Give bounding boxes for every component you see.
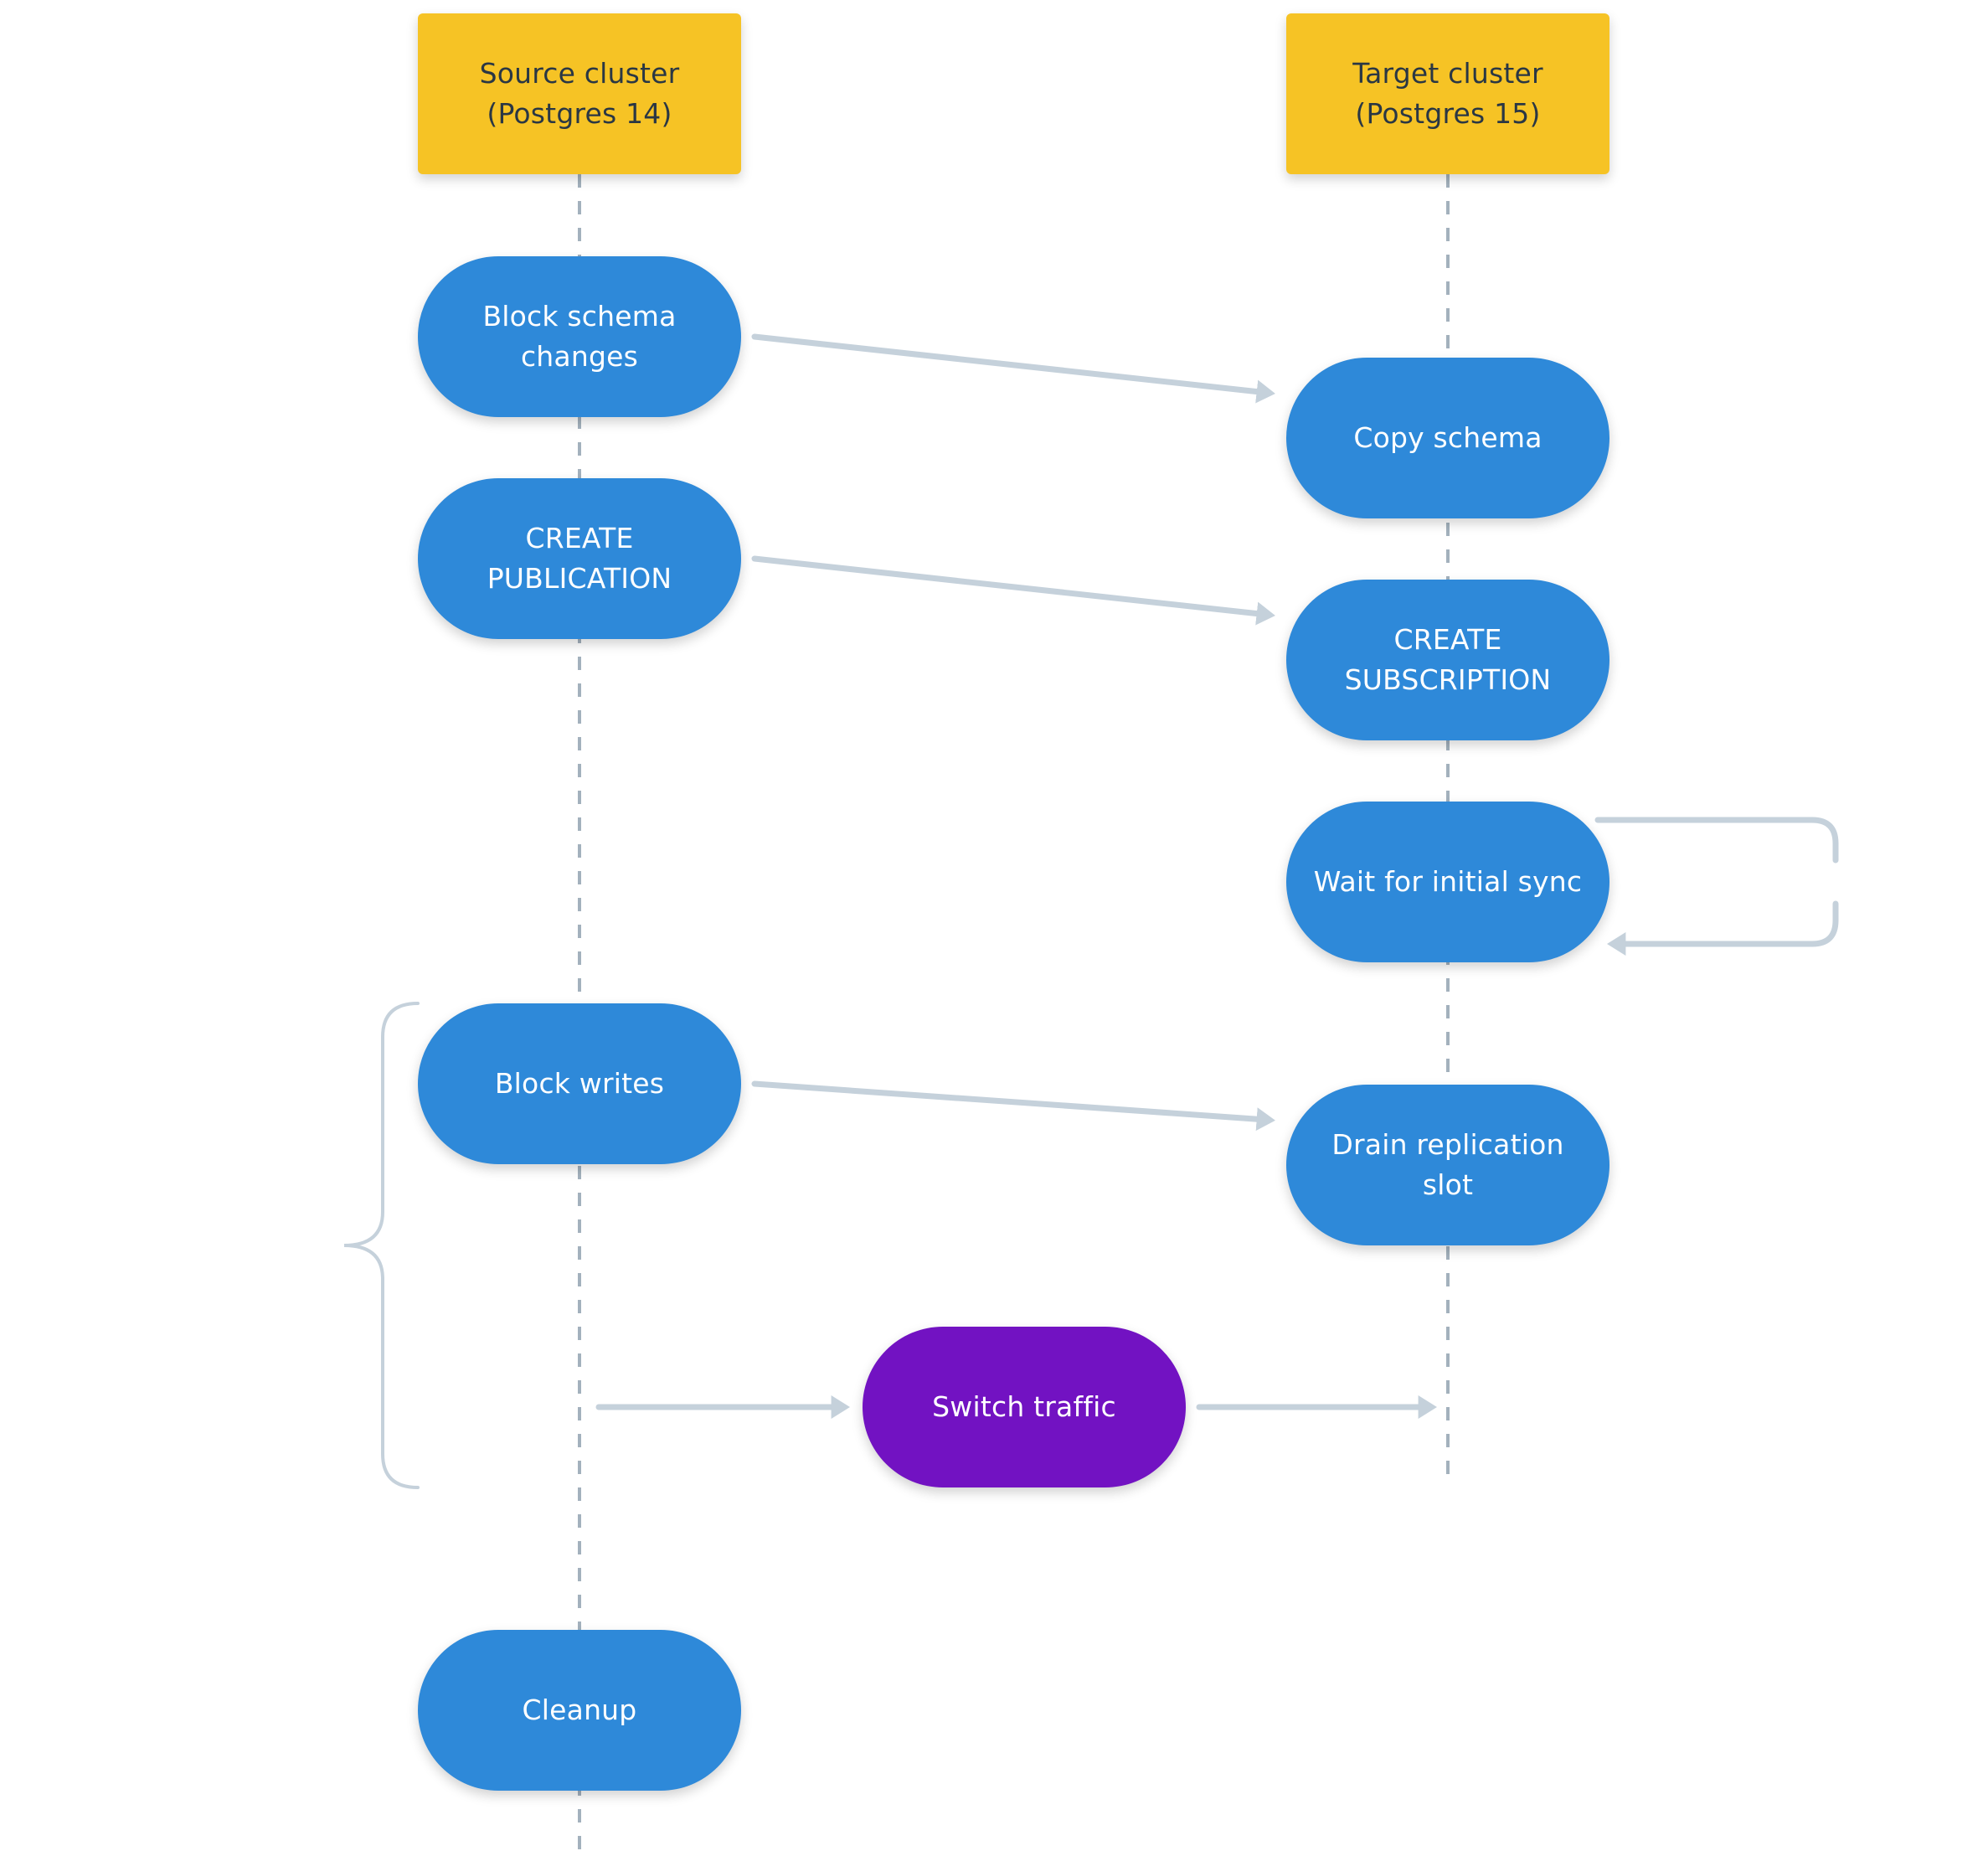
loop-arrow-wait-initial-sync [1594,817,1839,864]
lane-header-source: Source cluster (Postgres 14) [418,13,741,174]
step-label: Cleanup [522,1694,637,1726]
step-create-subscription[interactable]: CREATE SUBSCRIPTION [1286,580,1609,740]
loop-arrow-wait-initial-sync-return [1607,900,1839,956]
step-create-publication[interactable]: CREATE PUBLICATION [418,478,741,639]
arrow-create-publication-to-create-subscription [751,555,1275,626]
step-label: Block writes [494,1067,665,1100]
step-label: Switch traffic [932,1390,1116,1423]
diagram-canvas [343,174,1839,1851]
lane-header-target: Target cluster (Postgres 15) [1286,13,1609,174]
step-copy-schema[interactable]: Copy schema [1286,358,1609,518]
migration-diagram: Source cluster (Postgres 14) Target clus… [0,0,1988,1856]
step-label: Wait for initial sync [1313,865,1583,898]
arrow-block-writes-to-drain-replication-slot [751,1080,1275,1132]
step-label: Copy schema [1353,421,1543,454]
group-brace-write-downtime [343,1002,420,1489]
step-wait-initial-sync[interactable]: Wait for initial sync [1286,802,1609,962]
step-label: CREATE PUBLICATION [487,522,672,595]
step-drain-replication-slot[interactable]: Drain replication slot [1286,1085,1609,1245]
lane-header-label: Target cluster (Postgres 15) [1352,57,1543,130]
step-label: Block schema changes [482,300,677,373]
arrow-block-schema-changes-to-copy-schema [751,333,1275,404]
step-cleanup[interactable]: Cleanup [418,1630,741,1791]
step-label: Drain replication slot [1331,1128,1564,1201]
step-block-schema-changes[interactable]: Block schema changes [418,256,741,417]
lane-header-label: Source cluster (Postgres 14) [479,57,680,130]
step-block-writes[interactable]: Block writes [418,1003,741,1164]
step-switch-traffic[interactable]: Switch traffic [863,1327,1186,1487]
step-label: CREATE SUBSCRIPTION [1344,623,1552,696]
